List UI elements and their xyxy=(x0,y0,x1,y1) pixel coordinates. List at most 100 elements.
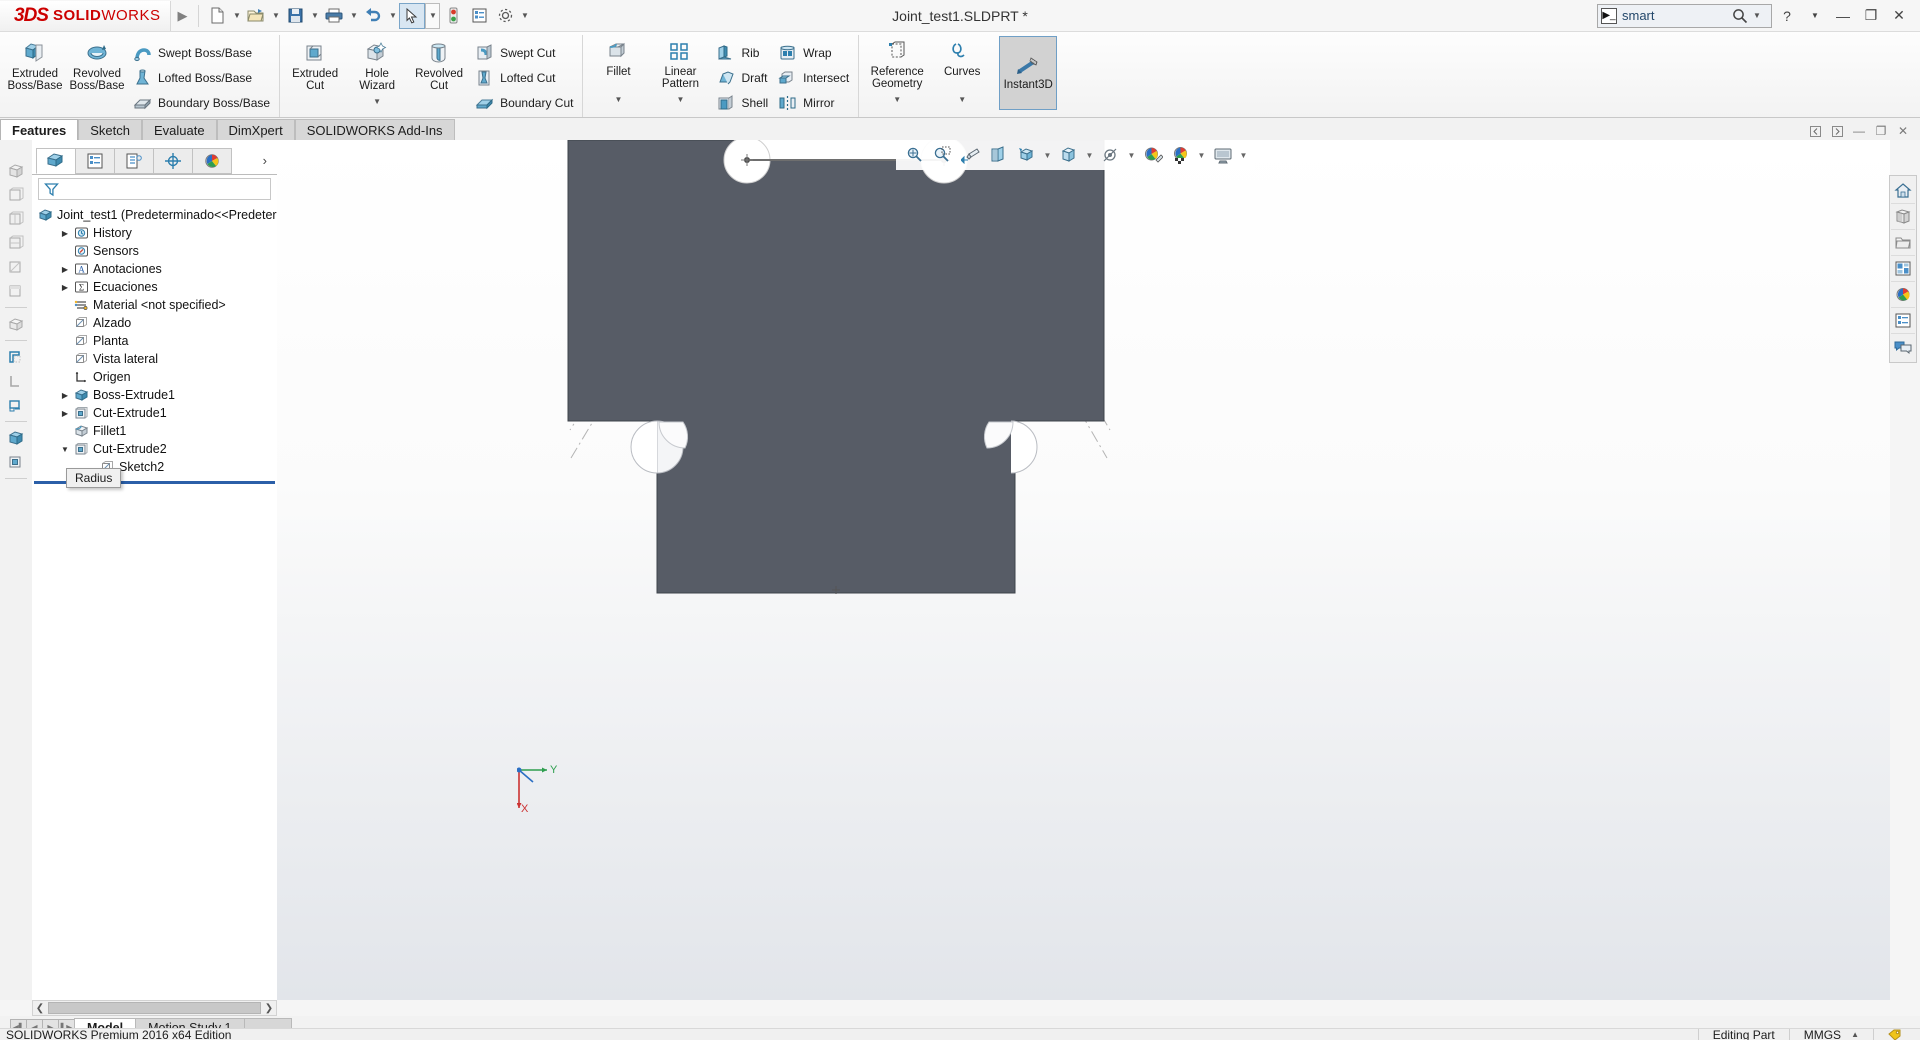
minimize-button[interactable]: — xyxy=(1830,3,1856,29)
print-document-button[interactable] xyxy=(321,3,347,29)
draft-button[interactable]: Draft xyxy=(711,65,773,90)
apply-scene-caret-icon[interactable]: ▼ xyxy=(1196,151,1207,160)
close-button[interactable]: ✕ xyxy=(1886,3,1912,29)
view-orientation-icon[interactable] xyxy=(1014,143,1039,167)
hide-show-caret-icon[interactable]: ▼ xyxy=(1126,151,1137,160)
command-search-box[interactable]: ▶_ ▼ xyxy=(1597,3,1772,28)
collapse-arrow-icon[interactable]: ▼ xyxy=(58,445,72,454)
solidworks-logo[interactable]: 3DS SOLIDWORKS xyxy=(0,0,172,31)
undo-caret-icon[interactable]: ▼ xyxy=(386,3,399,29)
top-view-icon[interactable] xyxy=(3,280,29,302)
display-manager-tab[interactable] xyxy=(192,147,232,174)
linear-pattern-button[interactable]: Linear Pattern ▼ xyxy=(649,35,711,106)
expand-arrow-icon[interactable]: ▶ xyxy=(58,229,72,238)
new-document-button[interactable] xyxy=(204,3,230,29)
print-document-caret-icon[interactable]: ▼ xyxy=(347,3,360,29)
feature-manager-tab[interactable] xyxy=(36,147,76,174)
revolved-cut-button[interactable]: Revolved Cut xyxy=(408,35,470,92)
display-style-icon[interactable] xyxy=(3,394,29,416)
tab-dimxpert[interactable]: DimXpert xyxy=(216,119,295,140)
rib-button[interactable]: Rib xyxy=(711,40,773,65)
left-view-icon[interactable] xyxy=(3,208,29,230)
display-style-icon[interactable] xyxy=(1056,143,1081,167)
units-selector-cell[interactable]: MMGS ▲ xyxy=(1788,1028,1873,1040)
normal-to-icon[interactable] xyxy=(3,370,29,392)
display-style-caret-icon[interactable]: ▼ xyxy=(1084,151,1095,160)
lofted-cut-button[interactable]: Lofted Cut xyxy=(470,65,578,90)
section-view-icon[interactable] xyxy=(986,143,1011,167)
tree-item-cut-extrude2[interactable]: ▼ Cut-Extrude2 xyxy=(32,440,277,458)
doc-minimize-icon[interactable]: — xyxy=(1850,122,1868,140)
doc-restore-icon[interactable]: ❐ xyxy=(1872,122,1890,140)
units-caret-icon[interactable]: ▲ xyxy=(1851,1030,1859,1039)
boundary-cut-button[interactable]: Boundary Cut xyxy=(470,90,578,115)
zoom-to-fit-icon[interactable] xyxy=(902,143,927,167)
swept-boss-base-button[interactable]: Swept Boss/Base xyxy=(128,40,275,65)
section-view-icon[interactable] xyxy=(3,346,29,368)
configuration-manager-tab[interactable] xyxy=(114,147,154,174)
scroll-thumb[interactable] xyxy=(48,1002,261,1014)
fillet-button[interactable]: Fillet ▼ xyxy=(587,35,649,106)
open-document-caret-icon[interactable]: ▼ xyxy=(269,3,282,29)
solidworks-forum-icon[interactable] xyxy=(1891,334,1915,360)
revolved-boss-base-button[interactable]: Revolved Boss/Base xyxy=(66,35,128,92)
tree-item-sensors[interactable]: Sensors xyxy=(32,242,277,260)
feature-tree-filter[interactable] xyxy=(38,178,271,200)
expand-arrow-icon[interactable]: ▶ xyxy=(58,265,72,274)
tree-item-boss-extrude1[interactable]: ▶ Boss-Extrude1 xyxy=(32,386,277,404)
expand-arrow-icon[interactable]: ▶ xyxy=(58,283,72,292)
hide-show-icon[interactable] xyxy=(3,427,29,449)
tree-item-ecuaciones[interactable]: ▶ Σ Ecuaciones xyxy=(32,278,277,296)
tag-cell[interactable] xyxy=(1873,1028,1916,1040)
instant3d-toggle[interactable]: Instant3D xyxy=(999,36,1058,110)
view-orientation-caret-icon[interactable]: ▼ xyxy=(1042,151,1053,160)
tree-item-history[interactable]: ▶ History xyxy=(32,224,277,242)
previous-view-icon[interactable] xyxy=(958,143,983,167)
zoom-to-area-icon[interactable] xyxy=(930,143,955,167)
search-input[interactable] xyxy=(1622,8,1727,23)
swept-cut-button[interactable]: Swept Cut xyxy=(470,40,578,65)
custom-properties-icon[interactable] xyxy=(1891,308,1915,334)
mirror-button[interactable]: Mirror xyxy=(773,90,854,115)
intersect-button[interactable]: Intersect xyxy=(773,65,854,90)
scroll-right-arrow-icon[interactable]: ❯ xyxy=(262,1003,276,1014)
bottom-view-icon[interactable] xyxy=(3,313,29,335)
tab-evaluate[interactable]: Evaluate xyxy=(141,119,217,140)
tree-tabs-more-icon[interactable]: › xyxy=(263,153,277,168)
tree-root-item[interactable]: Joint_test1 (Predeterminado<<Predeterm xyxy=(32,206,287,224)
tree-horizontal-scrollbar[interactable]: ❮ ❯ xyxy=(32,1000,277,1016)
dimxpert-manager-tab[interactable] xyxy=(153,147,193,174)
tree-item-vista-lateral[interactable]: Vista lateral xyxy=(32,350,277,368)
tree-item-fillet1[interactable]: Fillet1 xyxy=(32,422,277,440)
file-properties-button[interactable] xyxy=(466,3,492,29)
doc-close-icon[interactable]: ✕ xyxy=(1894,122,1912,140)
property-manager-tab[interactable] xyxy=(75,147,115,174)
search-icon[interactable] xyxy=(1732,8,1748,24)
isometric-view-icon[interactable] xyxy=(3,160,29,182)
extruded-boss-base-button[interactable]: Extruded Boss/Base xyxy=(4,35,66,92)
help-caret-icon[interactable]: ▼ xyxy=(1802,3,1828,29)
hole-wizard-button[interactable]: Hole Wizard ▼ xyxy=(346,35,408,108)
extruded-cut-button[interactable]: Extruded Cut xyxy=(284,35,346,92)
fillet-caret-icon[interactable]: ▼ xyxy=(615,94,623,106)
edit-appearance-icon[interactable] xyxy=(1140,143,1165,167)
shell-button[interactable]: Shell xyxy=(711,90,773,115)
reference-geometry-button[interactable]: Reference Geometry ▼ xyxy=(863,35,931,106)
tree-item-alzado[interactable]: Alzado xyxy=(32,314,277,332)
tab-features[interactable]: Features xyxy=(0,119,79,140)
right-view-icon[interactable] xyxy=(3,232,29,254)
options-button[interactable] xyxy=(492,3,518,29)
view-settings-icon[interactable] xyxy=(1210,143,1235,167)
file-explorer-icon[interactable] xyxy=(1891,230,1915,256)
lofted-boss-base-button[interactable]: Lofted Boss/Base xyxy=(128,65,275,90)
restore-button[interactable]: ❐ xyxy=(1858,3,1884,29)
expand-arrow-icon[interactable]: ▶ xyxy=(58,391,72,400)
wrap-button[interactable]: Wrap xyxy=(773,40,854,65)
tab-sketch[interactable]: Sketch xyxy=(78,119,142,140)
search-caret-icon[interactable]: ▼ xyxy=(1753,11,1761,20)
design-library-icon[interactable] xyxy=(1891,204,1915,230)
save-document-button[interactable] xyxy=(282,3,308,29)
view-palette-icon[interactable] xyxy=(1891,256,1915,282)
menu-expand-icon[interactable]: ▶ xyxy=(171,1,193,31)
view-orientation-icon[interactable] xyxy=(3,451,29,473)
